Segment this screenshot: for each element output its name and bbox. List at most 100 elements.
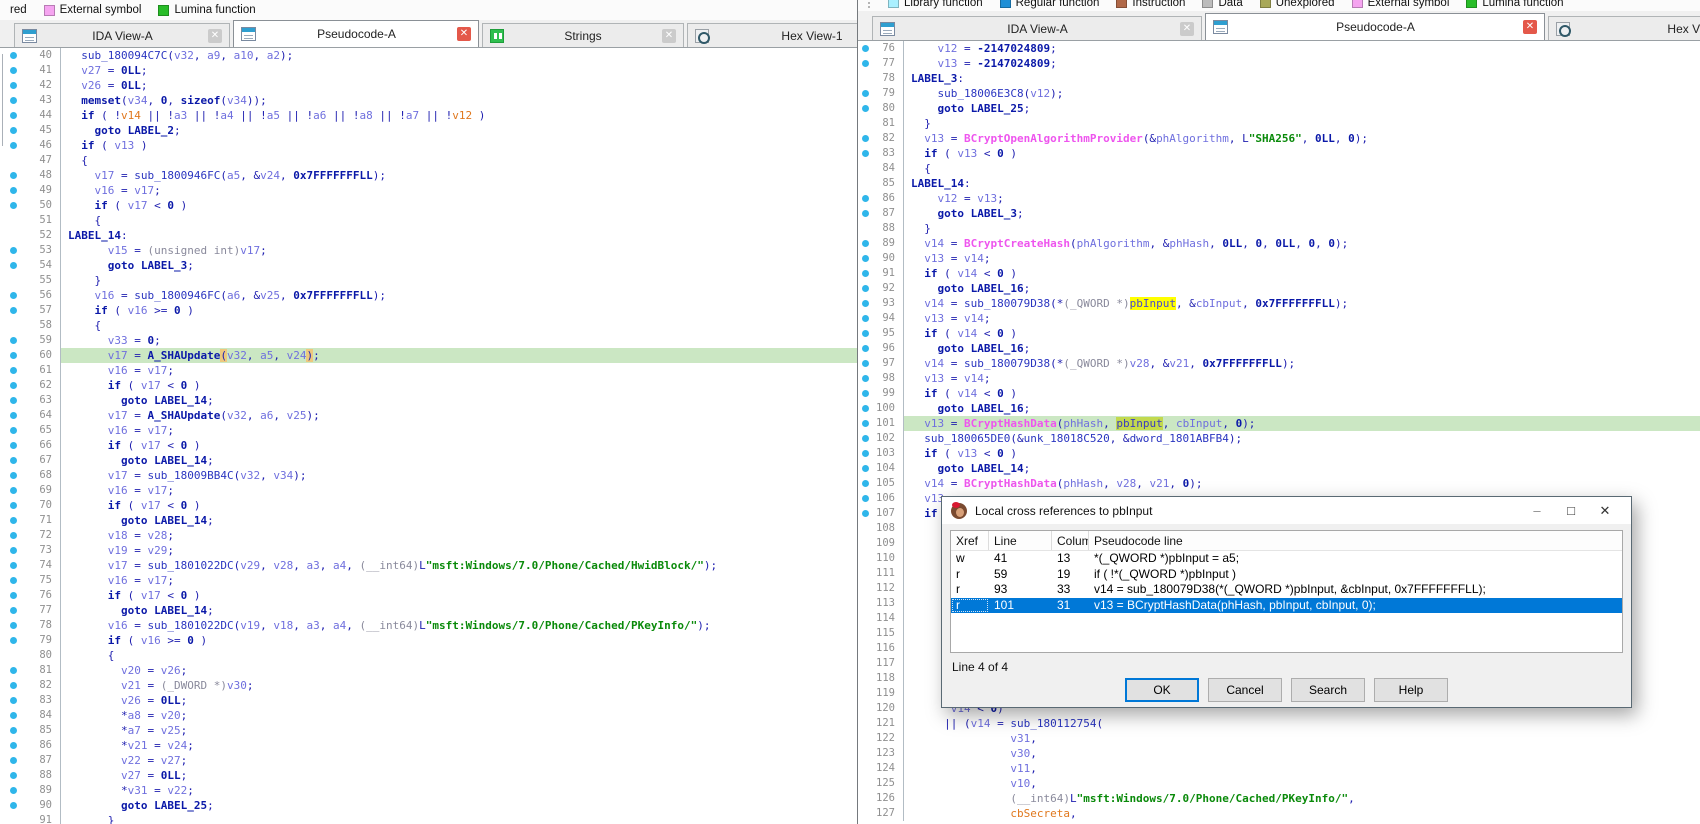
code-text[interactable]: *v21 = v24; <box>60 738 857 753</box>
code-text[interactable]: v16 = sub_1801022DC(v19, v18, a3, a4, (_… <box>60 618 857 633</box>
code-line-93[interactable]: 93 v14 = sub_180079D38(*(_QWORD *)pbInpu… <box>858 296 1700 311</box>
code-line-87[interactable]: 87 v22 = v27; <box>0 753 857 768</box>
code-text[interactable]: if ( v16 >= 0 ) <box>60 633 857 648</box>
close-icon[interactable]: ✕ <box>457 27 471 41</box>
minimize-icon[interactable]: – <box>1520 497 1554 524</box>
code-text[interactable]: v13 = v14; <box>903 251 1700 266</box>
code-text[interactable]: v20 = v26; <box>60 663 857 678</box>
tab-hex-view-1[interactable]: Hex View-1✕ <box>1548 16 1700 40</box>
code-line-95[interactable]: 95 if ( v14 < 0 ) <box>858 326 1700 341</box>
code-text[interactable]: { <box>60 213 857 228</box>
column-header-column[interactable]: Column <box>1052 531 1089 550</box>
code-text[interactable]: LABEL_3: <box>903 71 1700 86</box>
code-line-68[interactable]: 68 v17 = sub_18009BB4C(v32, v34); <box>0 468 857 483</box>
code-text[interactable]: LABEL_14: <box>903 176 1700 191</box>
code-line-92[interactable]: 92 goto LABEL_16; <box>858 281 1700 296</box>
code-text[interactable]: v31, <box>903 731 1700 746</box>
code-text[interactable]: v26 = 0LL; <box>60 78 857 93</box>
code-text[interactable]: goto LABEL_14; <box>60 603 857 618</box>
code-text[interactable]: if ( v14 < 0 ) <box>903 266 1700 281</box>
close-icon[interactable]: ✕ <box>662 29 676 43</box>
code-text[interactable]: if ( v14 < 0 ) <box>903 326 1700 341</box>
code-text[interactable]: v13 = BCryptOpenAlgorithmProvider(&phAlg… <box>903 131 1700 146</box>
code-line-103[interactable]: 103 if ( v13 < 0 ) <box>858 446 1700 461</box>
code-line-41[interactable]: 41 v27 = 0LL; <box>0 63 857 78</box>
code-text[interactable]: v13 = v14; <box>903 311 1700 326</box>
code-line-48[interactable]: 48 v17 = sub_1800946FC(a5, &v24, 0x7FFFF… <box>0 168 857 183</box>
column-header-pseudocode[interactable]: Pseudocode line <box>1089 531 1622 550</box>
code-line-78[interactable]: 78 v16 = sub_1801022DC(v19, v18, a3, a4,… <box>0 618 857 633</box>
code-text[interactable]: v15 = (unsigned int)v17; <box>60 243 857 258</box>
code-text[interactable]: v17 = sub_1800946FC(a5, &v24, 0x7FFFFFFF… <box>60 168 857 183</box>
ok-button[interactable]: OK <box>1125 678 1199 702</box>
code-line-96[interactable]: 96 goto LABEL_16; <box>858 341 1700 356</box>
code-text[interactable]: v13 = v14; <box>903 371 1700 386</box>
code-line-90[interactable]: 90 v13 = v14; <box>858 251 1700 266</box>
code-line-62[interactable]: 62 if ( v17 < 0 ) <box>0 378 857 393</box>
code-line-79[interactable]: 79 if ( v16 >= 0 ) <box>0 633 857 648</box>
code-line-60[interactable]: 60 v17 = A_SHAUpdate(v32, a5, v24); <box>0 348 857 363</box>
code-text[interactable]: sub_180094C7C(v32, a9, a10, a2); <box>60 48 857 63</box>
code-line-85[interactable]: 85 *a7 = v25; <box>0 723 857 738</box>
code-text[interactable]: v14 = sub_180079D38(*(_QWORD *)v28, &v21… <box>903 356 1700 371</box>
search-button[interactable]: Search <box>1291 678 1365 702</box>
code-line-76[interactable]: 76 v12 = -2147024809; <box>858 41 1700 56</box>
code-text[interactable]: goto LABEL_14; <box>60 513 857 528</box>
code-line-84[interactable]: 84 *a8 = v20; <box>0 708 857 723</box>
code-line-43[interactable]: 43 memset(v34, 0, sizeof(v34)); <box>0 93 857 108</box>
code-text[interactable]: if ( v17 < 0 ) <box>60 588 857 603</box>
code-line-102[interactable]: 102 sub_180065DE0(&unk_18018C520, &dword… <box>858 431 1700 446</box>
code-line-58[interactable]: 58 { <box>0 318 857 333</box>
code-line-121[interactable]: 121 || (v14 = sub_180112754( <box>858 716 1700 731</box>
code-text[interactable]: v19 = v29; <box>60 543 857 558</box>
code-line-66[interactable]: 66 if ( v17 < 0 ) <box>0 438 857 453</box>
code-line-86[interactable]: 86 v12 = v13; <box>858 191 1700 206</box>
code-line-72[interactable]: 72 v18 = v28; <box>0 528 857 543</box>
cancel-button[interactable]: Cancel <box>1208 678 1282 702</box>
tab-ida-view-a[interactable]: IDA View-A✕ <box>872 16 1202 40</box>
code-line-67[interactable]: 67 goto LABEL_14; <box>0 453 857 468</box>
code-line-100[interactable]: 100 goto LABEL_16; <box>858 401 1700 416</box>
close-icon[interactable]: ✕ <box>1523 20 1537 34</box>
code-line-83[interactable]: 83 if ( v13 < 0 ) <box>858 146 1700 161</box>
code-text[interactable]: sub_180065DE0(&unk_18018C520, &dword_180… <box>903 431 1700 446</box>
code-text[interactable]: { <box>60 648 857 663</box>
close-icon[interactable]: ✕ <box>1180 22 1194 36</box>
code-line-78[interactable]: 78LABEL_3: <box>858 71 1700 86</box>
code-text[interactable]: v22 = v27; <box>60 753 857 768</box>
code-line-83[interactable]: 83 v26 = 0LL; <box>0 693 857 708</box>
code-line-70[interactable]: 70 if ( v17 < 0 ) <box>0 498 857 513</box>
close-icon[interactable]: ✕ <box>208 29 222 43</box>
code-text[interactable]: if ( v17 < 0 ) <box>60 198 857 213</box>
code-line-125[interactable]: 125 v10, <box>858 776 1700 791</box>
code-text[interactable]: if ( !v14 || !a3 || !a4 || !a5 || !a6 ||… <box>60 108 857 123</box>
code-text[interactable]: goto LABEL_3; <box>903 206 1700 221</box>
code-line-88[interactable]: 88 v27 = 0LL; <box>0 768 857 783</box>
code-line-74[interactable]: 74 v17 = sub_1801022DC(v29, v28, a3, a4,… <box>0 558 857 573</box>
code-text[interactable]: if ( v13 < 0 ) <box>903 446 1700 461</box>
code-line-127[interactable]: 127 cbSecreta, <box>858 806 1700 821</box>
code-line-80[interactable]: 80 goto LABEL_25; <box>858 101 1700 116</box>
code-text[interactable]: v17 = A_SHAUpdate(v32, a6, v25); <box>60 408 857 423</box>
code-text[interactable]: v14 = sub_180079D38(*(_QWORD *)pbInput, … <box>903 296 1700 311</box>
code-line-89[interactable]: 89 *v31 = v22; <box>0 783 857 798</box>
code-text[interactable]: goto LABEL_14; <box>60 453 857 468</box>
code-text[interactable]: || (v14 = sub_180112754( <box>903 716 1700 731</box>
code-line-77[interactable]: 77 goto LABEL_14; <box>0 603 857 618</box>
code-line-69[interactable]: 69 v16 = v17; <box>0 483 857 498</box>
code-text[interactable]: v13 = -2147024809; <box>903 56 1700 71</box>
code-text[interactable]: v16 = v17; <box>60 363 857 378</box>
code-text[interactable]: if ( v13 < 0 ) <box>903 146 1700 161</box>
code-line-84[interactable]: 84 { <box>858 161 1700 176</box>
code-text[interactable]: v16 = v17; <box>60 483 857 498</box>
code-line-86[interactable]: 86 *v21 = v24; <box>0 738 857 753</box>
code-text[interactable]: goto LABEL_16; <box>903 341 1700 356</box>
code-line-91[interactable]: 91 if ( v14 < 0 ) <box>858 266 1700 281</box>
code-text[interactable]: *v31 = v22; <box>60 783 857 798</box>
code-text[interactable]: if ( v17 < 0 ) <box>60 438 857 453</box>
code-text[interactable]: v27 = 0LL; <box>60 63 857 78</box>
code-line-80[interactable]: 80 { <box>0 648 857 663</box>
tab-pseudocode-a[interactable]: Pseudocode-A✕ <box>233 20 479 47</box>
code-line-97[interactable]: 97 v14 = sub_180079D38(*(_QWORD *)v28, &… <box>858 356 1700 371</box>
code-line-79[interactable]: 79 sub_18006E3C8(v12); <box>858 86 1700 101</box>
